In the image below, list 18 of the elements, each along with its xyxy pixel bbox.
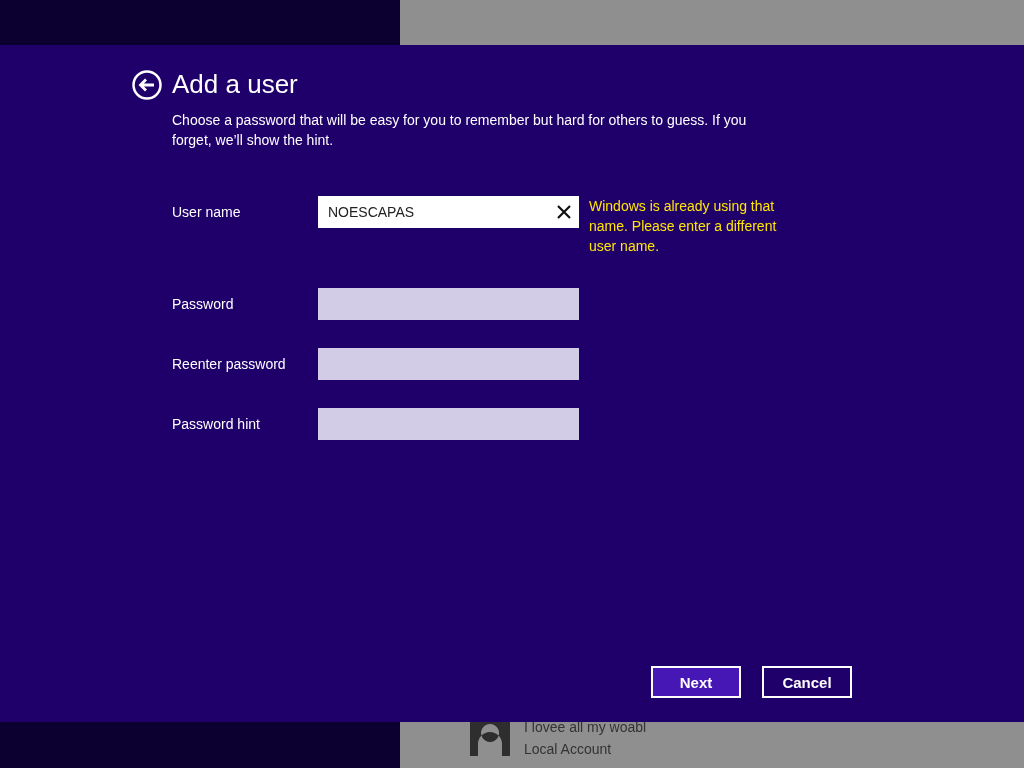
field-label: User name bbox=[172, 203, 242, 222]
user-avatar-icon bbox=[470, 722, 510, 756]
account-type: Local Account bbox=[524, 740, 613, 759]
field-label: Password hint bbox=[172, 415, 261, 434]
input-field[interactable] bbox=[318, 288, 579, 320]
page-title: Add a user bbox=[172, 69, 298, 100]
clear-icon[interactable] bbox=[557, 205, 571, 219]
input-field[interactable] bbox=[318, 348, 579, 380]
account-name: I lovee all my woabl bbox=[524, 722, 647, 737]
error-message: Windows is already using that name. Please enter a different user name. bbox=[589, 197, 778, 256]
field-label: Reenter password bbox=[172, 355, 287, 374]
cancel-button[interactable]: Cancel bbox=[762, 666, 852, 698]
field-label: Password bbox=[172, 295, 235, 314]
back-icon[interactable] bbox=[132, 69, 162, 100]
input-field[interactable]: NOESCAPAS bbox=[318, 196, 579, 228]
next-button[interactable]: Next bbox=[651, 666, 741, 698]
input-field[interactable] bbox=[318, 408, 579, 440]
description-text: Choose a password that will be easy for you to remember but hard for others to guess. If you forget, we’ll show the hint. bbox=[172, 111, 748, 150]
